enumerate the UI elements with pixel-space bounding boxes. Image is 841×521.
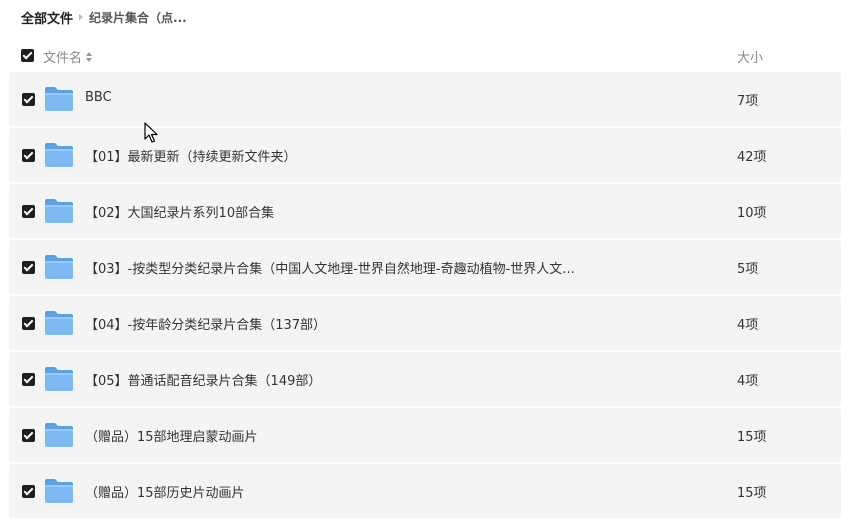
list-header: 文件名 大小 bbox=[0, 44, 841, 68]
row-checkbox[interactable] bbox=[22, 93, 35, 106]
file-row[interactable]: （赠品）15部历史片动画片 15项 bbox=[9, 464, 841, 518]
folder-icon bbox=[44, 86, 74, 112]
file-row[interactable]: BBC 7项 bbox=[9, 72, 841, 126]
file-name[interactable]: 【04】-按年龄分类纪录片合集（137部） bbox=[85, 314, 326, 333]
row-checkbox[interactable] bbox=[22, 149, 35, 162]
row-checkbox[interactable] bbox=[22, 205, 35, 218]
file-size: 15项 bbox=[737, 430, 767, 445]
folder-icon bbox=[44, 198, 74, 224]
file-browser: 全部文件 纪录片集合（点... 文件名 大小 BBC 7项【01】最新更新（持续更… bbox=[0, 0, 841, 521]
folder-icon bbox=[44, 366, 74, 392]
folder-icon bbox=[44, 478, 74, 504]
breadcrumb: 全部文件 纪录片集合（点... bbox=[21, 7, 187, 27]
breadcrumb-current: 纪录片集合（点... bbox=[89, 10, 187, 25]
row-checkbox[interactable] bbox=[22, 373, 35, 386]
file-size: 42项 bbox=[737, 150, 767, 165]
select-all-checkbox[interactable] bbox=[21, 49, 34, 62]
file-size: 5项 bbox=[737, 262, 759, 277]
file-row[interactable]: 【05】普通话配音纪录片合集（149部） 4项 bbox=[9, 352, 841, 406]
folder-icon bbox=[44, 422, 74, 448]
folder-icon bbox=[44, 254, 74, 280]
file-row[interactable]: 【03】-按类型分类纪录片合集（中国人文地理-世界自然地理-奇趣动植物-世界人文… bbox=[9, 240, 841, 294]
mouse-cursor-icon bbox=[144, 122, 158, 143]
column-header-size[interactable]: 大小 bbox=[737, 47, 763, 66]
column-header-name[interactable]: 文件名 bbox=[43, 47, 93, 66]
file-name[interactable]: （赠品）15部历史片动画片 bbox=[85, 482, 245, 501]
file-list: BBC 7项【01】最新更新（持续更新文件夹） 42项【02】大国纪录片系列10部合… bbox=[9, 72, 841, 520]
file-name[interactable]: （赠品）15部地理启蒙动画片 bbox=[85, 426, 258, 445]
file-size: 15项 bbox=[737, 486, 767, 501]
row-checkbox[interactable] bbox=[22, 317, 35, 330]
file-name[interactable]: 【01】最新更新（持续更新文件夹） bbox=[85, 146, 297, 165]
file-row[interactable]: （赠品）15部地理启蒙动画片 15项 bbox=[9, 408, 841, 462]
breadcrumb-separator-icon bbox=[79, 14, 84, 20]
file-name[interactable]: 【05】普通话配音纪录片合集（149部） bbox=[85, 370, 321, 389]
file-name[interactable]: BBC bbox=[85, 90, 112, 105]
file-name[interactable]: 【02】大国纪录片系列10部合集 bbox=[85, 202, 274, 221]
file-size: 4项 bbox=[737, 374, 759, 389]
column-header-name-label: 文件名 bbox=[43, 51, 83, 66]
file-size: 7项 bbox=[737, 94, 759, 109]
sort-icon[interactable] bbox=[86, 51, 93, 62]
folder-icon bbox=[44, 310, 74, 336]
file-size: 4项 bbox=[737, 318, 759, 333]
file-row[interactable]: 【01】最新更新（持续更新文件夹） 42项 bbox=[9, 128, 841, 182]
row-checkbox[interactable] bbox=[22, 429, 35, 442]
breadcrumb-root[interactable]: 全部文件 bbox=[21, 8, 73, 27]
file-row[interactable]: 【04】-按年龄分类纪录片合集（137部） 4项 bbox=[9, 296, 841, 350]
file-name[interactable]: 【03】-按类型分类纪录片合集（中国人文地理-世界自然地理-奇趣动植物-世界人文… bbox=[85, 258, 575, 277]
file-row[interactable]: 【02】大国纪录片系列10部合集 10项 bbox=[9, 184, 841, 238]
file-size: 10项 bbox=[737, 206, 767, 221]
row-checkbox[interactable] bbox=[22, 261, 35, 274]
folder-icon bbox=[44, 142, 74, 168]
row-checkbox[interactable] bbox=[22, 485, 35, 498]
